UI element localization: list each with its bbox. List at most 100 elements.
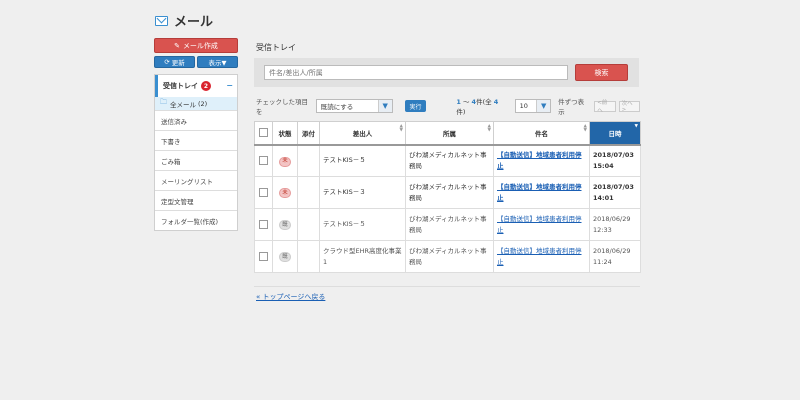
back-to-top-link[interactable]: « トップページへ戻る <box>256 292 325 302</box>
column-subject[interactable]: 件名 ▲ ▼ <box>493 121 590 146</box>
table-row[interactable]: 既 テストKIS－５ びわ湖メディカルネット事務局 【自動送信】地域患者利用停止… <box>254 208 641 241</box>
select-all-checkbox[interactable] <box>259 128 268 138</box>
refresh-label: 更新 <box>171 59 185 67</box>
status-cell: 未 <box>272 176 298 209</box>
sidebar-item-folder-list[interactable]: フォルダ一覧(作成) <box>155 210 237 230</box>
sort-icon: ▲ ▼ <box>399 124 403 133</box>
collapse-icon[interactable]: − <box>226 81 233 90</box>
search-input[interactable] <box>264 65 568 80</box>
status-cell: 既 <box>272 208 298 241</box>
divider <box>254 286 640 287</box>
sender-cell: テストKIS－３ <box>319 176 406 209</box>
sidebar: ✎ メール作成 ⟳ 更新 表示▼ 受信トレイ 2 − 🗀 全メール (2) 送信… <box>154 38 238 231</box>
column-sender-label: 差出人 <box>352 129 373 138</box>
subject-cell: 【自動送信】地域患者利用停止 <box>493 144 590 177</box>
time-value: 11:24 <box>593 257 612 266</box>
prev-page-button[interactable]: <前へ <box>594 100 616 114</box>
sidebar-item-trash[interactable]: ごみ箱 <box>155 150 237 170</box>
time-value: 14:01 <box>593 193 614 202</box>
row-checkbox[interactable] <box>259 187 268 197</box>
org-cell: びわ湖メディカルネット事務局 <box>405 208 494 241</box>
bulk-action-select[interactable]: 既読にする ▼ <box>315 99 393 113</box>
subject-link[interactable]: 【自動送信】地域患者利用停止 <box>497 247 582 266</box>
count-sep: ～ <box>460 98 472 106</box>
compose-label: メール作成 <box>182 41 218 50</box>
result-count: 1 ～ 4件(全 4 件) <box>456 96 508 116</box>
sender-cell: テストKIS－５ <box>319 144 406 177</box>
subject-link[interactable]: 【自動送信】地域患者利用停止 <box>497 215 582 234</box>
time-value: 15:04 <box>593 161 614 170</box>
chevron-down-icon: ▼ <box>536 100 551 112</box>
column-subject-label: 件名 <box>535 129 548 138</box>
table-row[interactable]: 未 テストKIS－３ びわ湖メディカルネット事務局 【自動送信】地域患者利用停止… <box>254 176 641 209</box>
subject-cell: 【自動送信】地域患者利用停止 <box>493 240 590 273</box>
row-checkbox[interactable] <box>259 251 268 261</box>
count-suffix: 件) <box>456 108 466 116</box>
org-cell: びわ湖メディカルネット事務局 <box>405 176 494 209</box>
column-date[interactable]: 日時 ▼ <box>589 121 641 146</box>
column-date-label: 日時 <box>608 129 622 138</box>
bulk-action-value: 既読にする <box>320 103 354 111</box>
row-checkbox[interactable] <box>259 155 268 165</box>
sidebar-item-templates[interactable]: 定型文管理 <box>155 190 237 210</box>
display-button[interactable]: 表示▼ <box>197 56 238 68</box>
per-page-select[interactable]: 10 ▼ <box>514 99 552 113</box>
sender-cell: クラウド型EHR高度化事業1 <box>319 240 406 273</box>
column-org[interactable]: 所属 ▲ ▼ <box>405 121 494 146</box>
unread-badge: 2 <box>201 81 211 91</box>
chevron-down-icon: ▼ <box>377 100 392 112</box>
folder-icon: 🗀 <box>160 98 167 106</box>
count-total: 4 <box>493 98 499 106</box>
status-cell: 未 <box>272 144 298 177</box>
per-page-value: 10 <box>519 102 528 110</box>
sort-icon: ▲ ▼ <box>487 124 491 133</box>
sidebar-item-inbox[interactable]: 受信トレイ 2 − <box>155 75 237 97</box>
folder-list: 受信トレイ 2 − 🗀 全メール (2) 送信済み 下書き ごみ箱 メーリングリ… <box>154 74 238 231</box>
compose-button[interactable]: ✎ メール作成 <box>154 38 238 53</box>
column-attach[interactable]: 添付 <box>297 121 320 146</box>
subject-cell: 【自動送信】地域患者利用停止 <box>493 208 590 241</box>
column-sender[interactable]: 差出人 ▲ ▼ <box>319 121 406 146</box>
checked-items-label: チェックした項目を <box>256 98 308 116</box>
refresh-icon: ⟳ <box>164 58 170 66</box>
sidebar-item-drafts[interactable]: 下書き <box>155 130 237 150</box>
compose-icon: ✎ <box>174 41 180 50</box>
attach-cell <box>297 144 320 177</box>
date-cell: 2018/06/29 12:33 <box>589 208 641 241</box>
all-mail-count: (2) <box>198 99 208 108</box>
status-cell: 既 <box>272 240 298 273</box>
inbox-label: 受信トレイ <box>163 82 198 90</box>
search-button[interactable]: 検索 <box>575 64 628 81</box>
table-row[interactable]: 既 クラウド型EHR高度化事業1 びわ湖メディカルネット事務局 【自動送信】地域… <box>254 240 641 273</box>
refresh-button[interactable]: ⟳ 更新 <box>154 56 195 68</box>
sidebar-item-mailing-list[interactable]: メーリングリスト <box>155 170 237 190</box>
sidebar-item-all-mail[interactable]: 🗀 全メール (2) <box>155 97 237 110</box>
next-page-button[interactable]: 次へ> <box>618 100 640 113</box>
subject-cell: 【自動送信】地域患者利用停止 <box>493 176 590 209</box>
date-value: 2018/07/03 <box>593 150 634 159</box>
mail-icon <box>155 15 168 26</box>
section-title: 受信トレイ <box>256 43 296 52</box>
table-row[interactable]: 未 テストKIS－５ びわ湖メディカルネット事務局 【自動送信】地域患者利用停止… <box>254 144 641 177</box>
row-select-cell <box>254 208 273 241</box>
row-select-cell <box>254 176 273 209</box>
subject-link[interactable]: 【自動送信】地域患者利用停止 <box>497 151 582 170</box>
date-cell: 2018/06/29 11:24 <box>589 240 641 273</box>
row-select-cell <box>254 144 273 177</box>
column-status[interactable]: 状態 <box>272 121 298 146</box>
date-value: 2018/06/29 <box>593 214 631 223</box>
search-panel: 検索 <box>254 58 639 87</box>
subject-link[interactable]: 【自動送信】地域患者利用停止 <box>497 183 582 202</box>
attach-cell <box>297 208 320 241</box>
display-label: 表示▼ <box>208 59 227 67</box>
execute-button[interactable]: 実行 <box>404 100 427 112</box>
sidebar-item-sent[interactable]: 送信済み <box>155 110 237 130</box>
row-checkbox[interactable] <box>259 219 268 229</box>
app-title: メール <box>174 15 214 30</box>
app-header: メール <box>155 11 213 30</box>
date-value: 2018/07/03 <box>593 182 634 191</box>
column-org-label: 所属 <box>443 129 456 138</box>
list-toolbar: チェックした項目を 既読にする ▼ 実行 1 ～ 4件(全 4 件) 10 ▼ … <box>256 96 640 116</box>
status-badge: 既 <box>279 220 291 231</box>
status-badge: 未 <box>279 156 291 167</box>
